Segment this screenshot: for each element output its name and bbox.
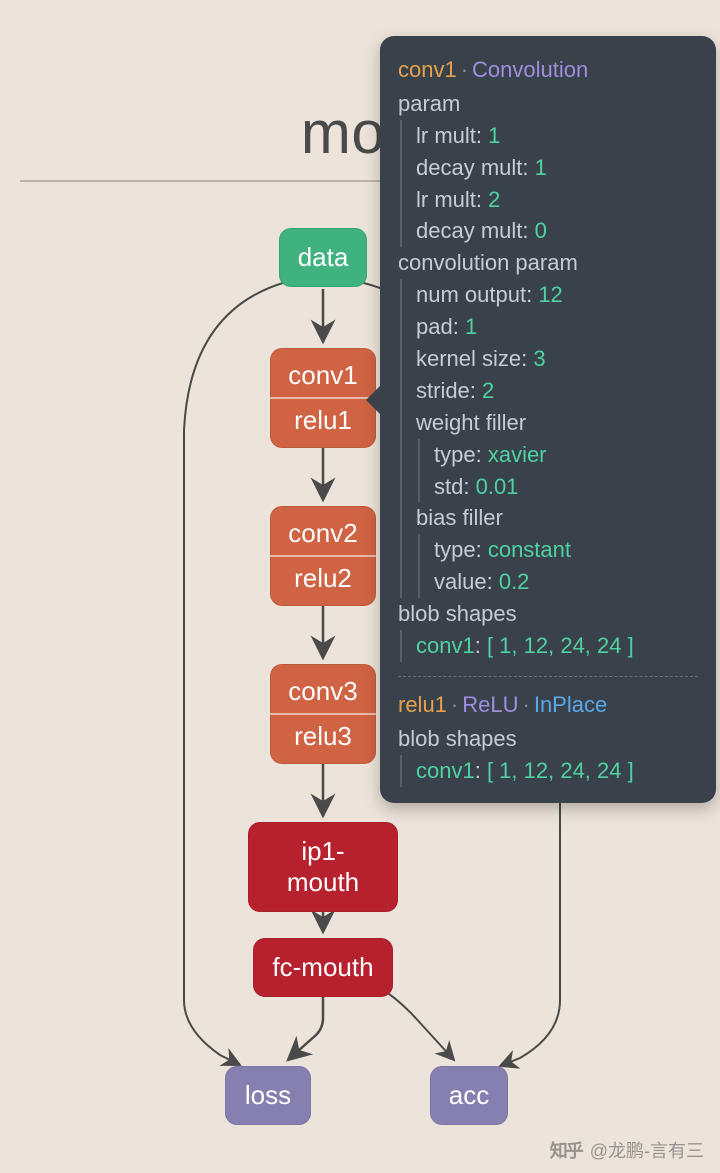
node-acc[interactable]: acc	[430, 1066, 508, 1125]
wf0v: xavier	[488, 442, 547, 467]
node-conv2[interactable]: conv2 relu2	[270, 506, 376, 606]
p0v: 1	[488, 123, 500, 148]
p2v: 2	[488, 187, 500, 212]
node-conv1[interactable]: conv1 relu1	[270, 348, 376, 448]
node-loss-label: loss	[245, 1080, 291, 1110]
cp1v: 1	[465, 314, 477, 339]
node-conv2-bot: relu2	[270, 555, 376, 594]
node-loss[interactable]: loss	[225, 1066, 311, 1125]
p1v: 1	[535, 155, 547, 180]
node-conv2-top: conv2	[270, 518, 376, 555]
wf1k: std	[434, 474, 463, 499]
node-fc-label: fc-mouth	[272, 952, 373, 982]
watermark-text: @龙鹏-言有三	[590, 1141, 704, 1161]
node-conv3-bot: relu3	[270, 713, 376, 752]
cp0k: num output	[416, 282, 526, 307]
p3v: 0	[535, 218, 547, 243]
node-conv1-top: conv1	[270, 360, 376, 397]
cp2v: 3	[533, 346, 545, 371]
bf0k: type	[434, 537, 476, 562]
cp2k: kernel size	[416, 346, 521, 371]
blob1-name: conv1	[416, 633, 475, 658]
section-param: param	[398, 88, 698, 120]
bf1k: value	[434, 569, 487, 594]
layer2-name: relu1	[398, 692, 447, 717]
tooltip-divider	[398, 676, 698, 677]
node-acc-label: acc	[449, 1080, 489, 1110]
node-ip1[interactable]: ip1-mouth	[248, 822, 398, 912]
bf1v: 0.2	[499, 569, 530, 594]
cp0v: 12	[538, 282, 562, 307]
node-conv1-bot: relu1	[270, 397, 376, 436]
cp1k: pad	[416, 314, 453, 339]
node-fc[interactable]: fc-mouth	[253, 938, 393, 997]
node-conv3-top: conv3	[270, 676, 376, 713]
node-ip1-label: ip1-mouth	[287, 836, 359, 897]
node-conv3[interactable]: conv3 relu3	[270, 664, 376, 764]
bf0v: constant	[488, 537, 571, 562]
tooltip-pointer-icon	[366, 386, 380, 414]
tooltip-head-1: conv1·Convolution	[398, 54, 698, 86]
blob2-shape: [ 1, 12, 24, 24 ]	[487, 758, 634, 783]
node-data-label: data	[298, 242, 349, 272]
layer1-type: Convolution	[472, 57, 588, 82]
layer2-type: ReLU	[462, 692, 518, 717]
p3k: decay mult	[416, 218, 522, 243]
cp3v: 2	[482, 378, 494, 403]
section-blob2: blob shapes	[398, 723, 698, 755]
section-convparam: convolution param	[398, 247, 698, 279]
p2k: lr mult	[416, 187, 476, 212]
node-data[interactable]: data	[279, 228, 367, 287]
section-bf: bias filler	[416, 502, 698, 534]
cp3k: stride	[416, 378, 470, 403]
layer2-extra: InPlace	[534, 692, 607, 717]
tooltip-head-2: relu1·ReLU·InPlace	[398, 689, 698, 721]
tooltip-panel: conv1·Convolution param lr mult: 1 decay…	[380, 36, 716, 803]
wf0k: type	[434, 442, 476, 467]
blob2-name: conv1	[416, 758, 475, 783]
p1k: decay mult	[416, 155, 522, 180]
watermark: 知乎 @龙鹏-言有三	[550, 1137, 704, 1163]
section-blob1: blob shapes	[398, 598, 698, 630]
p0k: lr mult	[416, 123, 476, 148]
wf1v: 0.01	[476, 474, 519, 499]
section-wf: weight filler	[416, 407, 698, 439]
layer1-name: conv1	[398, 57, 457, 82]
zhihu-icon: 知乎	[550, 1137, 582, 1163]
blob1-shape: [ 1, 12, 24, 24 ]	[487, 633, 634, 658]
